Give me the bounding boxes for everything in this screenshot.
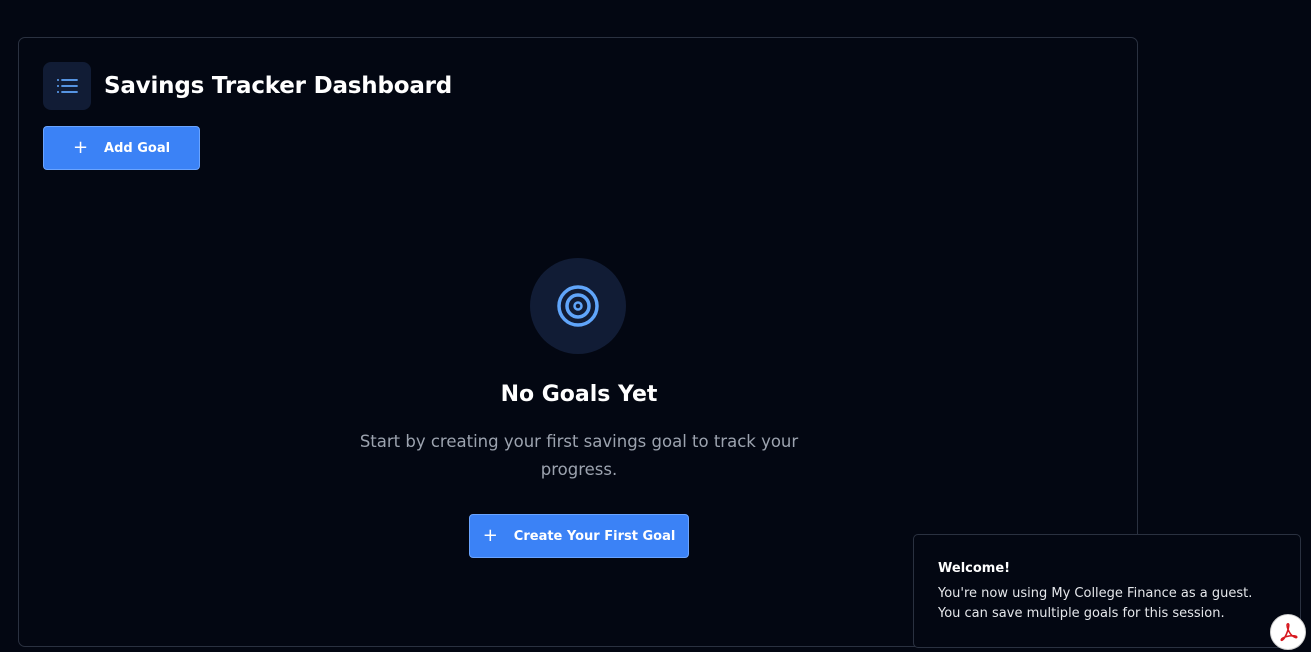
create-first-goal-button[interactable]: + Create Your First Goal (469, 514, 689, 558)
empty-state-title: No Goals Yet (500, 382, 658, 407)
plus-icon: + (72, 137, 89, 158)
page-header: Savings Tracker Dashboard (43, 62, 452, 110)
toast-message: You're now using My College Finance as a… (938, 586, 1253, 621)
welcome-toast: Welcome! You're now using My College Fin… (913, 534, 1301, 648)
add-goal-label: Add Goal (104, 140, 171, 156)
add-goal-button[interactable]: + Add Goal (43, 126, 200, 170)
target-icon (530, 258, 626, 354)
plus-icon: + (482, 525, 498, 546)
create-first-goal-label: Create Your First Goal (513, 528, 676, 544)
empty-state-description: Start by creating your first savings goa… (359, 432, 799, 479)
list-icon (43, 62, 91, 110)
toast-title: Welcome! (938, 561, 1011, 576)
page-title: Savings Tracker Dashboard (104, 73, 453, 99)
pdf-icon[interactable] (1270, 614, 1306, 650)
